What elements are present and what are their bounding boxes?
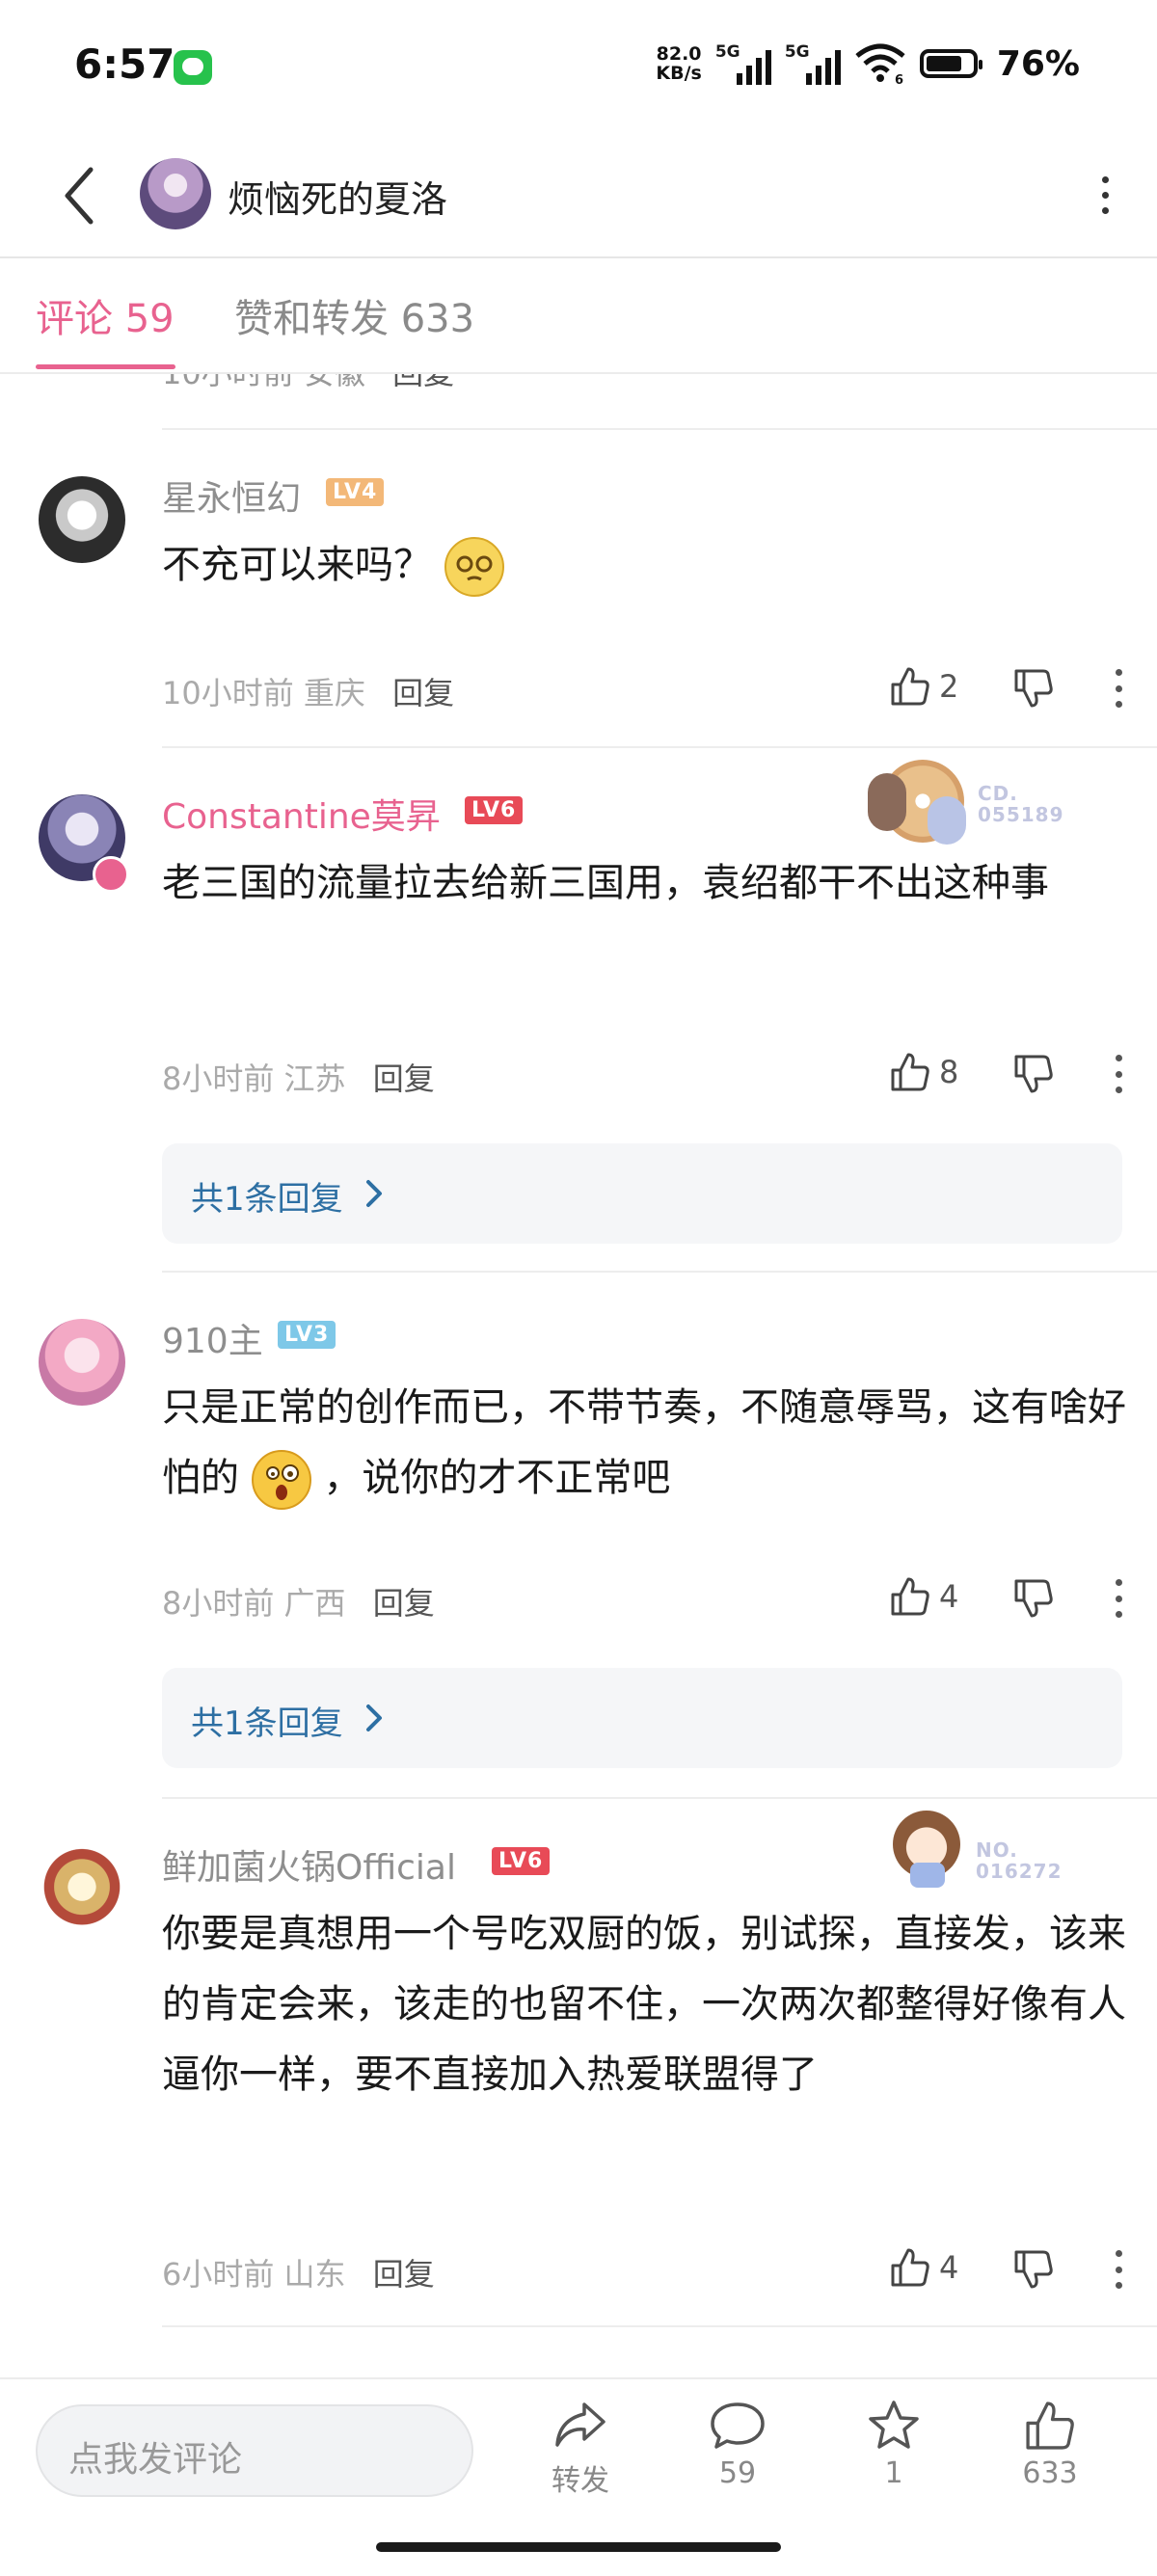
network-speed: 82.0 KB/s bbox=[656, 43, 702, 84]
signal-sim1-icon: 5G bbox=[715, 42, 771, 85]
like-count: 4 bbox=[939, 1578, 959, 1615]
tab-likes-reposts[interactable]: 赞和转发 633 bbox=[234, 287, 474, 343]
comment-list[interactable]: 10小时前 安徽 回复 星永恒幻 LV4 不充可以来吗？ 10小时前 重庆 回复… bbox=[0, 372, 1157, 2377]
fan-badge-number: CD. 055189 bbox=[978, 782, 1064, 826]
comment-meta: 8小时前 江苏 回复 bbox=[162, 1060, 435, 1097]
status-bar: 6:57 82.0 KB/s 5G 5G 6 76% bbox=[0, 0, 1157, 135]
divider bbox=[162, 2325, 1157, 2327]
thumbs-up-icon bbox=[891, 1053, 929, 1091]
tab-comments[interactable]: 评论 59 bbox=[36, 287, 175, 343]
thumbs-down-icon bbox=[1014, 1579, 1053, 1618]
comment-text: 你要是真想用一个号吃双厨的饭，别试探，直接发，该来的肯定会来，该走的也留不住，一… bbox=[162, 1912, 1126, 2097]
status-time: 6:57 bbox=[74, 40, 175, 88]
user-avatar[interactable] bbox=[39, 476, 125, 563]
dazed-emoji-icon bbox=[444, 537, 504, 597]
reply-button[interactable]: 回复 bbox=[373, 2256, 435, 2293]
status-icons: 82.0 KB/s 5G 5G 6 76% bbox=[656, 42, 1080, 85]
partial-comment-meta: 10小时前 安徽 回复 bbox=[162, 372, 455, 391]
like-button[interactable]: 4 bbox=[889, 1575, 958, 1618]
dislike-button[interactable] bbox=[1012, 1577, 1055, 1620]
verified-badge bbox=[93, 856, 129, 893]
message-notification-icon bbox=[174, 50, 212, 85]
comment-input[interactable]: 点我发评论 bbox=[36, 2404, 473, 2497]
thumbs-down-icon bbox=[1014, 2250, 1053, 2289]
thumbs-up-icon bbox=[891, 667, 929, 706]
active-tab-indicator bbox=[36, 364, 175, 369]
like-button[interactable]: 2 bbox=[889, 665, 958, 708]
level-badge: LV3 bbox=[278, 1321, 336, 1349]
tab-bar: 评论 59 赞和转发 633 bbox=[0, 258, 1157, 374]
svg-text:6: 6 bbox=[895, 73, 903, 85]
comment-more-button[interactable] bbox=[1114, 1055, 1123, 1093]
divider bbox=[162, 1797, 1157, 1799]
comment-meta: 10小时前 重庆 回复 bbox=[162, 675, 455, 711]
favorite-button[interactable]: 1 bbox=[836, 2399, 952, 2490]
thumbs-down-icon bbox=[1014, 1055, 1053, 1093]
back-button[interactable] bbox=[56, 164, 104, 228]
dislike-button[interactable] bbox=[1012, 2248, 1055, 2291]
like-count: 8 bbox=[939, 1054, 959, 1090]
like-button[interactable]: 8 bbox=[889, 1051, 958, 1093]
top-navigation-bar: 烦恼死的夏洛 bbox=[0, 135, 1157, 258]
reply-button[interactable]: 回复 bbox=[373, 1585, 435, 1622]
shocked-emoji-icon bbox=[251, 1450, 311, 1510]
chevron-right-icon bbox=[366, 1180, 382, 1207]
chevron-left-icon bbox=[65, 167, 94, 225]
like-count: 4 bbox=[939, 2249, 959, 2286]
share-arrow-icon bbox=[555, 2402, 605, 2447]
comment-meta: 8小时前 广西 回复 bbox=[162, 1585, 435, 1622]
comment-more-button[interactable] bbox=[1114, 2250, 1123, 2289]
reply-button[interactable]: 回复 bbox=[373, 1060, 435, 1097]
fan-badge-decoration bbox=[868, 754, 974, 850]
view-replies-button[interactable]: 共1条回复 bbox=[162, 1668, 1122, 1768]
comment-more-button[interactable] bbox=[1114, 1579, 1123, 1618]
thumbs-up-icon bbox=[1026, 2402, 1074, 2450]
chevron-right-icon bbox=[366, 1704, 382, 1731]
comment-text: 只是正常的创作而已，不带节奏，不随意辱骂，这有啥好怕的 ，说你的才不正常吧 bbox=[162, 1373, 1126, 1514]
username[interactable]: 910主 bbox=[162, 1313, 263, 1363]
level-badge: LV6 bbox=[492, 1847, 551, 1875]
level-badge: LV4 bbox=[326, 478, 385, 506]
comment-bubble-icon bbox=[711, 2402, 765, 2449]
comment-more-button[interactable] bbox=[1114, 669, 1123, 708]
fan-badge-decoration bbox=[883, 1805, 970, 1892]
page-title[interactable]: 烦恼死的夏洛 bbox=[228, 170, 447, 223]
view-replies-button[interactable]: 共1条回复 bbox=[162, 1143, 1122, 1244]
wifi-icon: 6 bbox=[855, 43, 905, 85]
like-button[interactable]: 4 bbox=[889, 2246, 958, 2289]
signal-sim2-icon: 5G bbox=[785, 42, 841, 85]
like-post-button[interactable]: 633 bbox=[992, 2399, 1108, 2490]
battery-percent: 76% bbox=[996, 43, 1080, 84]
dislike-button[interactable] bbox=[1012, 667, 1055, 710]
thumbs-up-icon bbox=[891, 1577, 929, 1616]
divider bbox=[162, 428, 1157, 430]
author-avatar[interactable] bbox=[140, 158, 211, 229]
star-icon bbox=[869, 2401, 919, 2449]
fan-badge-number: NO. 016272 bbox=[976, 1838, 1063, 1883]
home-indicator[interactable] bbox=[376, 2542, 781, 2552]
comment-text: 不充可以来吗？ bbox=[162, 530, 1126, 601]
thumbs-down-icon bbox=[1014, 669, 1053, 708]
username[interactable]: 鲜加菌火锅Official bbox=[162, 1839, 456, 1890]
username[interactable]: 星永恒幻 bbox=[162, 470, 301, 521]
user-avatar[interactable] bbox=[39, 1845, 125, 1932]
comment-text: 老三国的流量拉去给新三国用，袁绍都干不出这种事 bbox=[162, 861, 1049, 905]
comment-meta: 6小时前 山东 回复 bbox=[162, 2256, 435, 2293]
divider bbox=[162, 1271, 1157, 1273]
dislike-button[interactable] bbox=[1012, 1053, 1055, 1095]
like-count: 2 bbox=[939, 668, 959, 705]
divider bbox=[162, 746, 1157, 748]
comment-button[interactable]: 59 bbox=[680, 2399, 795, 2490]
username[interactable]: Constantine莫昇 bbox=[162, 789, 441, 839]
user-avatar[interactable] bbox=[39, 1319, 125, 1406]
more-options-button[interactable] bbox=[1093, 166, 1117, 224]
share-button[interactable]: 转发 bbox=[523, 2399, 638, 2499]
battery-icon bbox=[919, 49, 982, 78]
reply-button[interactable]: 回复 bbox=[392, 675, 454, 711]
thumbs-up-icon bbox=[891, 2248, 929, 2287]
level-badge: LV6 bbox=[465, 796, 524, 824]
